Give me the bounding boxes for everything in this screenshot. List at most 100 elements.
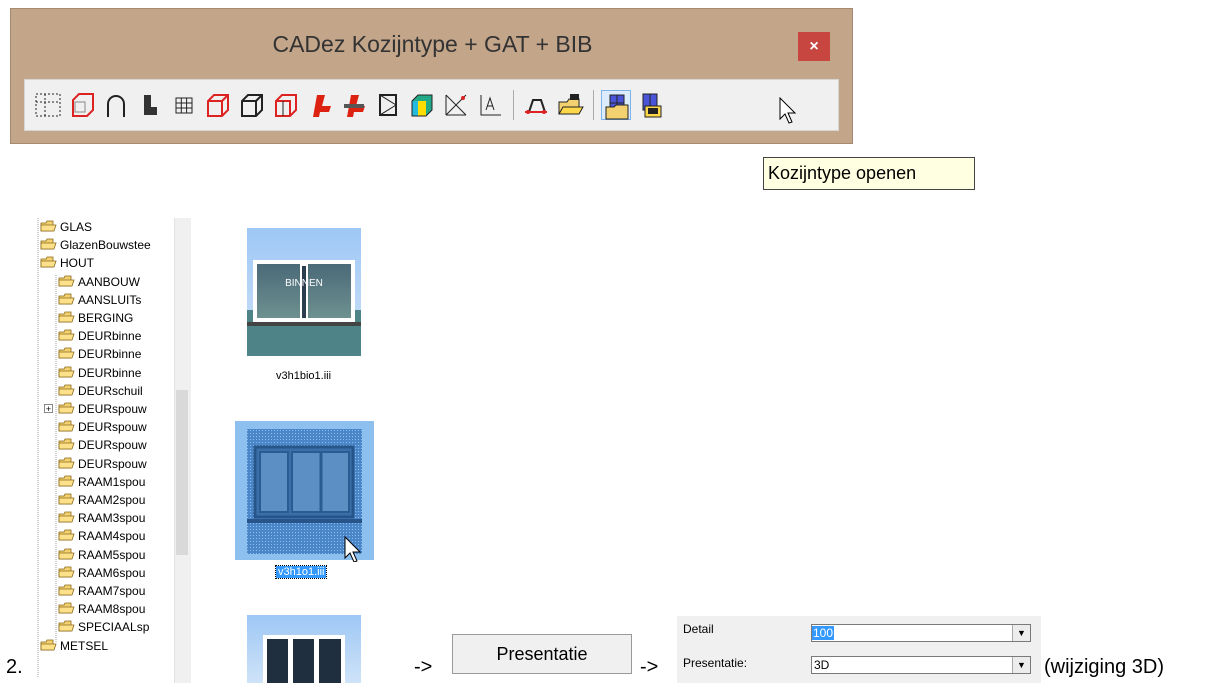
expand-icon[interactable]: + (44, 404, 53, 414)
tree-scrollbar-thumb[interactable] (176, 390, 188, 555)
red-grey-profile-icon[interactable] (339, 90, 369, 120)
tree-item[interactable]: BERGING (58, 309, 133, 327)
folder-icon (58, 601, 75, 614)
tree-item-label: DEURbinne (78, 365, 142, 380)
tree-item[interactable]: RAAM5spou (58, 546, 145, 564)
tree-item[interactable]: RAAM8spou (58, 600, 145, 618)
folder-icon (58, 474, 75, 487)
box-icon[interactable] (237, 90, 267, 120)
tree-item[interactable]: DEURbinne (58, 327, 141, 345)
thumbnail-image (247, 615, 361, 683)
thumbnail-label: v3h1bio1.iii (276, 370, 332, 382)
folder-icon (58, 401, 75, 414)
presentatie-combo[interactable]: 3D ▼ (811, 656, 1031, 674)
tree-item[interactable]: RAAM6spou (58, 564, 145, 582)
tree-item-label: SPECIAALsp (78, 620, 150, 635)
detail-panel: Detail 100 ▼ Presentatie: 3D ▼ (677, 616, 1041, 683)
tree-item[interactable]: GLAS (40, 218, 92, 236)
step-number: 2. (6, 656, 23, 678)
presentatie-button-label: Presentatie (496, 644, 588, 664)
folder-icon (58, 292, 75, 305)
tree-item[interactable]: RAAM2spou (58, 491, 145, 509)
tree-item-label: RAAM8spou (78, 602, 146, 617)
thumbnail-v3h1bio1[interactable]: BINNEN (247, 228, 361, 356)
tree-item[interactable]: DEURspouw (58, 455, 147, 473)
folder-icon (58, 383, 75, 396)
toolbar-separator (593, 90, 594, 120)
tooltip: Kozijntype openen (763, 157, 975, 190)
presentatie-value: 3D (814, 658, 830, 672)
folder-open-icon[interactable] (555, 90, 585, 120)
tree-item-label: DEURschuil (78, 383, 143, 398)
red-box-icon[interactable] (203, 90, 233, 120)
tree-item[interactable]: DEURspouw (58, 436, 147, 454)
kozijntype-save-icon[interactable] (635, 90, 665, 120)
tree-item[interactable]: METSEL (40, 637, 108, 655)
tree-item-label: RAAM2spou (78, 493, 146, 507)
folder-icon (58, 365, 75, 377)
window-diagonal-icon[interactable] (373, 90, 403, 120)
tree-item[interactable]: + DEURspouw (44, 400, 147, 418)
folder-icon (58, 528, 75, 541)
window-title: CADez Kozijntype + GAT + BIB (272, 31, 593, 57)
close-button[interactable]: × (798, 32, 830, 61)
folder-icon (58, 492, 75, 505)
kozijn-frame-icon[interactable] (33, 90, 63, 120)
tree-item[interactable]: RAAM1spou (58, 473, 145, 491)
colored-frame-icon[interactable] (407, 90, 437, 120)
grid-icon[interactable] (169, 90, 199, 120)
tree-item-label: DEURbinne (78, 329, 142, 344)
folder-icon (40, 638, 57, 650)
red-profile-icon[interactable] (305, 90, 335, 120)
folder-icon (58, 328, 75, 341)
tree-item[interactable]: RAAM3spou (58, 509, 145, 527)
tree-item[interactable]: GlazenBouwstee (40, 236, 151, 254)
kozijntype-openen-button[interactable] (601, 90, 631, 120)
tree-item-label: DEURspouw (78, 456, 147, 471)
chevron-down-icon[interactable]: ▼ (1012, 657, 1030, 673)
tree-item[interactable]: RAAM4spou (58, 527, 145, 545)
thumbnail-partial[interactable] (247, 615, 361, 683)
thumbnail-image (247, 228, 361, 356)
tree-item[interactable]: AANSLUITs (58, 291, 141, 309)
tree-item-label: AANBOUW (78, 274, 141, 289)
arch-icon[interactable] (101, 90, 131, 120)
folder-tree: GLAS GlazenBouwstee HOUT AANBOUW AANSLUITs BE… (28, 218, 188, 683)
folder-icon (40, 237, 57, 250)
mouse-cursor-icon (779, 97, 797, 124)
mouse-cursor-icon (344, 536, 362, 562)
tree-item-label: AANSLUITs (78, 292, 142, 307)
tree-item-label: RAAM3spou (78, 511, 146, 526)
tree-item[interactable]: DEURschuil (58, 382, 143, 400)
presentatie-button[interactable]: Presentatie (452, 634, 632, 674)
toolbar (24, 79, 839, 131)
tree-item[interactable]: RAAM7spou (58, 582, 145, 600)
dimension-icon[interactable] (441, 90, 471, 120)
tree-item[interactable]: AANBOUW (58, 273, 140, 291)
red-section-icon[interactable] (521, 90, 551, 120)
tree-item[interactable]: DEURspouw (58, 418, 147, 436)
text-label-icon[interactable] (475, 90, 505, 120)
tree-item-label: RAAM1spou (78, 474, 146, 489)
arrow-text: -> (640, 656, 659, 678)
folder-icon (58, 310, 75, 323)
red-open-box-icon[interactable] (271, 90, 301, 120)
tree-item[interactable]: HOUT (40, 254, 94, 272)
tree-item[interactable]: DEURbinne (58, 345, 141, 363)
profile-l-icon[interactable] (135, 90, 165, 120)
detail-combo[interactable]: 100 ▼ (811, 624, 1031, 642)
arrow-text: -> (414, 656, 433, 678)
chevron-down-icon[interactable]: ▼ (1012, 625, 1030, 641)
folder-icon (58, 619, 75, 632)
opening-frame-icon[interactable] (67, 90, 97, 120)
thumbnail-label-selected: v3h1o1.iii (274, 565, 328, 579)
folder-icon (58, 510, 75, 523)
tree-item-label: GLAS (60, 220, 93, 234)
folder-icon (58, 547, 75, 559)
folder-icon (58, 346, 75, 359)
detail-value: 100 (812, 626, 835, 640)
presentatie-label: Presentatie: (683, 656, 748, 670)
tree-item[interactable]: DEURbinne (58, 364, 141, 382)
tree-item[interactable]: SPECIAALsp (58, 618, 149, 636)
tree-item-label: RAAM6spou (78, 565, 146, 580)
